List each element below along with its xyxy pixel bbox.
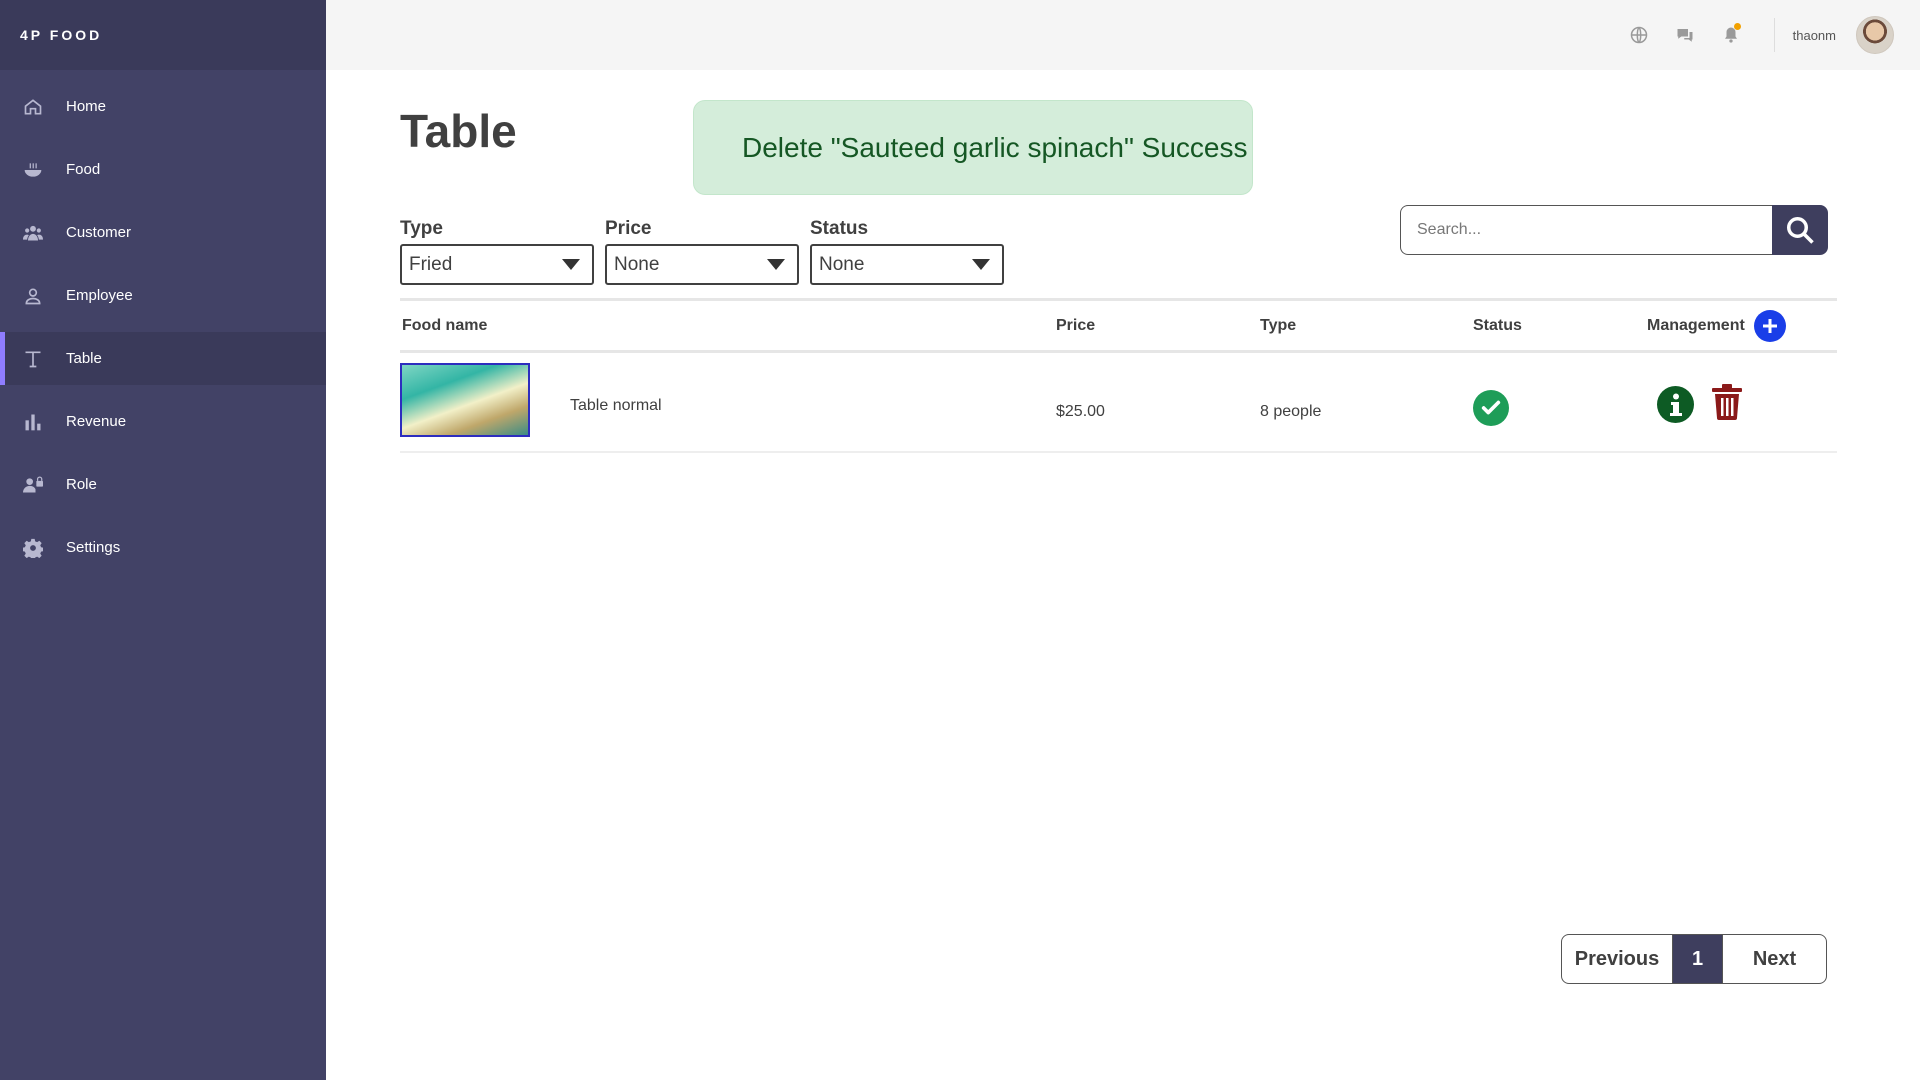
type-filter: Type Fried	[400, 218, 594, 285]
delete-button[interactable]	[1712, 384, 1742, 420]
previous-button[interactable]: Previous	[1562, 935, 1673, 983]
page-1-button[interactable]: 1	[1673, 935, 1722, 983]
sidebar-item-label: Customer	[66, 224, 132, 241]
sidebar-item-role[interactable]: Role	[0, 458, 326, 511]
gear-icon	[22, 537, 44, 559]
sidebar-item-home[interactable]: Home	[0, 80, 326, 133]
search-icon	[1787, 217, 1814, 244]
row-name: Table normal	[570, 397, 662, 414]
sidebar-item-revenue[interactable]: Revenue	[0, 395, 326, 448]
price-filter-label: Price	[605, 218, 652, 239]
price-select-value: None	[614, 253, 660, 275]
info-button[interactable]	[1657, 386, 1694, 423]
chevron-down-icon	[972, 259, 990, 270]
row-price: $25.00	[1056, 403, 1105, 420]
sidebar-item-table[interactable]: Table	[0, 332, 326, 385]
notification-dot	[1733, 23, 1741, 30]
chevron-down-icon	[767, 259, 785, 270]
table-header: Food name Price Type Status Management	[400, 298, 1837, 353]
search-bar	[1400, 205, 1828, 255]
topbar-divider	[1773, 18, 1775, 52]
sidebar: 4P FOOD Home Food Customer Employee Tabl…	[0, 0, 326, 1080]
users-icon	[22, 222, 44, 244]
sidebar-item-label: Settings	[66, 539, 121, 556]
plus-icon	[1763, 319, 1777, 333]
sidebar-item-label: Food	[66, 161, 101, 178]
search-button[interactable]	[1772, 205, 1828, 255]
price-select[interactable]: None	[605, 244, 799, 285]
add-button[interactable]	[1754, 310, 1786, 342]
sidebar-item-food[interactable]: Food	[0, 143, 326, 196]
search-input[interactable]	[1400, 205, 1772, 255]
status-select[interactable]: None	[810, 244, 1004, 285]
table-image	[400, 363, 530, 437]
sidebar-item-customer[interactable]: Customer	[0, 206, 326, 259]
info-icon	[1669, 393, 1682, 416]
bar-chart-icon	[22, 411, 44, 433]
bell-icon[interactable]	[1719, 23, 1743, 47]
brand-logo[interactable]: 4P FOOD	[0, 0, 326, 70]
sidebar-item-label: Employee	[66, 287, 133, 304]
header-management: Management	[1647, 317, 1745, 334]
sidebar-item-label: Home	[66, 98, 107, 115]
status-filter: Status None	[810, 218, 1004, 285]
user-lock-icon	[22, 474, 44, 496]
header-type: Type	[1260, 317, 1297, 334]
data-table: Food name Price Type Status Management T…	[400, 298, 1837, 453]
username[interactable]: thaonm	[1793, 28, 1836, 43]
success-toast: Delete "Sauteed garlic spinach" Success	[693, 100, 1253, 195]
home-icon	[22, 96, 44, 118]
globe-icon[interactable]	[1627, 23, 1651, 47]
topbar: thaonm	[326, 0, 1920, 70]
type-select[interactable]: Fried	[400, 244, 594, 285]
sidebar-item-settings[interactable]: Settings	[0, 521, 326, 574]
chat-icon[interactable]	[1673, 23, 1697, 47]
header-food-name: Food name	[402, 317, 488, 334]
chevron-down-icon	[562, 259, 580, 270]
table-row[interactable]: Table normal $25.00 8 people	[400, 353, 1837, 453]
sidebar-item-label: Role	[66, 476, 97, 493]
user-icon	[22, 285, 44, 307]
sidebar-item-label: Table	[66, 350, 102, 367]
sidebar-item-label: Revenue	[66, 413, 127, 430]
type-filter-label: Type	[400, 218, 443, 239]
trash-icon	[1712, 384, 1742, 420]
pagination: Previous 1 Next	[1561, 934, 1827, 984]
next-button[interactable]: Next	[1722, 935, 1826, 983]
price-filter: Price None	[605, 218, 799, 285]
status-filter-label: Status	[810, 218, 869, 239]
row-type: 8 people	[1260, 403, 1322, 420]
check-circle-icon	[1473, 390, 1509, 426]
header-price: Price	[1056, 317, 1096, 334]
bowl-icon	[22, 159, 44, 181]
header-status: Status	[1473, 317, 1522, 334]
status-select-value: None	[819, 253, 865, 275]
page-title: Table	[400, 105, 517, 157]
type-select-value: Fried	[409, 253, 453, 275]
text-t-icon	[22, 348, 44, 370]
sidebar-item-employee[interactable]: Employee	[0, 269, 326, 322]
sidebar-nav: Home Food Customer Employee Table Revenu…	[0, 70, 326, 574]
avatar[interactable]	[1856, 16, 1894, 54]
